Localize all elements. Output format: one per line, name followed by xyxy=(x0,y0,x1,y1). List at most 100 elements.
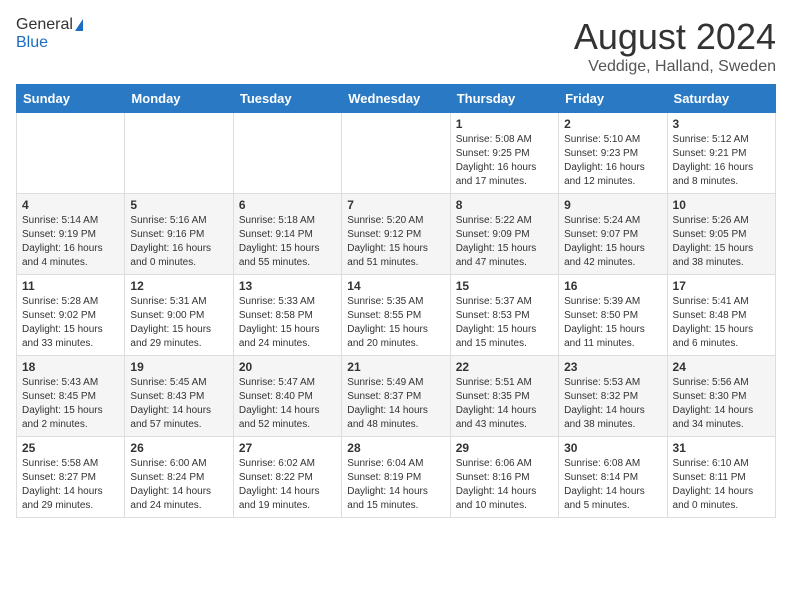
day-number: 4 xyxy=(22,198,119,212)
day-info: Sunrise: 5:33 AM Sunset: 8:58 PM Dayligh… xyxy=(239,295,336,351)
day-cell: 9Sunrise: 5:24 AM Sunset: 9:07 PM Daylig… xyxy=(559,194,667,275)
day-number: 7 xyxy=(347,198,444,212)
day-cell xyxy=(125,113,233,194)
week-row-2: 11 Sunrise: 5:28 AM Sunset: 9:02 PM Dayli… xyxy=(17,275,776,356)
logo-blue: Blue xyxy=(16,34,48,51)
day-cell: 21 Sunrise: 5:49 AM Sunset: 8:37 PM Dayli… xyxy=(342,356,450,437)
day-info: Sunrise: 5:49 AM Sunset: 8:37 PM Dayligh… xyxy=(347,376,444,432)
day-number: 18 xyxy=(22,360,119,374)
week-row-1: 4Sunrise: 5:14 AM Sunset: 9:19 PM Daylig… xyxy=(17,194,776,275)
day-info: Sunrise: 5:20 AM Sunset: 9:12 PM Dayligh… xyxy=(347,214,444,270)
day-info: Sunrise: 5:26 AM Sunset: 9:05 PM Dayligh… xyxy=(673,214,770,270)
day-info: Sunrise: 5:12 AM Sunset: 9:21 PM Dayligh… xyxy=(673,133,770,189)
day-number: 22 xyxy=(456,360,553,374)
day-cell: 13 Sunrise: 5:33 AM Sunset: 8:58 PM Dayli… xyxy=(233,275,341,356)
day-number: 5 xyxy=(130,198,227,212)
day-number: 28 xyxy=(347,441,444,455)
weekday-header-wednesday: Wednesday xyxy=(342,85,450,113)
day-info: Sunrise: 5:58 AM Sunset: 8:27 PM Dayligh… xyxy=(22,457,119,513)
day-info: Sunrise: 5:16 AM Sunset: 9:16 PM Dayligh… xyxy=(130,214,227,270)
day-number: 27 xyxy=(239,441,336,455)
day-number: 25 xyxy=(22,441,119,455)
day-info: Sunrise: 5:47 AM Sunset: 8:40 PM Dayligh… xyxy=(239,376,336,432)
day-cell: 1 Sunrise: 5:08 AM Sunset: 9:25 PM Daylig… xyxy=(450,113,558,194)
week-row-3: 18 Sunrise: 5:43 AM Sunset: 8:45 PM Dayli… xyxy=(17,356,776,437)
day-number: 14 xyxy=(347,279,444,293)
day-info: Sunrise: 5:28 AM Sunset: 9:02 PM Dayligh… xyxy=(22,295,119,351)
day-cell: 4Sunrise: 5:14 AM Sunset: 9:19 PM Daylig… xyxy=(17,194,125,275)
day-number: 1 xyxy=(456,117,553,131)
day-info: Sunrise: 5:10 AM Sunset: 9:23 PM Dayligh… xyxy=(564,133,661,189)
day-number: 8 xyxy=(456,198,553,212)
day-info: Sunrise: 6:10 AM Sunset: 8:11 PM Dayligh… xyxy=(673,457,770,513)
day-info: Sunrise: 5:53 AM Sunset: 8:32 PM Dayligh… xyxy=(564,376,661,432)
day-number: 19 xyxy=(130,360,227,374)
day-info: Sunrise: 5:56 AM Sunset: 8:30 PM Dayligh… xyxy=(673,376,770,432)
logo-general: General xyxy=(16,16,73,33)
day-number: 2 xyxy=(564,117,661,131)
day-cell xyxy=(342,113,450,194)
day-info: Sunrise: 6:02 AM Sunset: 8:22 PM Dayligh… xyxy=(239,457,336,513)
day-info: Sunrise: 5:18 AM Sunset: 9:14 PM Dayligh… xyxy=(239,214,336,270)
day-cell: 27 Sunrise: 6:02 AM Sunset: 8:22 PM Dayli… xyxy=(233,437,341,518)
day-info: Sunrise: 6:04 AM Sunset: 8:19 PM Dayligh… xyxy=(347,457,444,513)
day-cell: 2 Sunrise: 5:10 AM Sunset: 9:23 PM Daylig… xyxy=(559,113,667,194)
day-cell: 16 Sunrise: 5:39 AM Sunset: 8:50 PM Dayli… xyxy=(559,275,667,356)
day-info: Sunrise: 5:35 AM Sunset: 8:55 PM Dayligh… xyxy=(347,295,444,351)
weekday-header-sunday: Sunday xyxy=(17,85,125,113)
day-info: Sunrise: 6:08 AM Sunset: 8:14 PM Dayligh… xyxy=(564,457,661,513)
day-number: 3 xyxy=(673,117,770,131)
title-area: August 2024 Veddige, Halland, Sweden xyxy=(574,16,776,76)
day-cell: 10 Sunrise: 5:26 AM Sunset: 9:05 PM Dayli… xyxy=(667,194,775,275)
day-number: 6 xyxy=(239,198,336,212)
day-cell xyxy=(233,113,341,194)
day-cell: 26 Sunrise: 6:00 AM Sunset: 8:24 PM Dayli… xyxy=(125,437,233,518)
day-cell: 18 Sunrise: 5:43 AM Sunset: 8:45 PM Dayli… xyxy=(17,356,125,437)
day-cell: 31 Sunrise: 6:10 AM Sunset: 8:11 PM Dayli… xyxy=(667,437,775,518)
day-info: Sunrise: 5:24 AM Sunset: 9:07 PM Dayligh… xyxy=(564,214,661,270)
logo-text: General Blue xyxy=(16,16,83,52)
day-number: 21 xyxy=(347,360,444,374)
day-info: Sunrise: 5:39 AM Sunset: 8:50 PM Dayligh… xyxy=(564,295,661,351)
weekday-header-thursday: Thursday xyxy=(450,85,558,113)
day-cell: 22 Sunrise: 5:51 AM Sunset: 8:35 PM Dayli… xyxy=(450,356,558,437)
main-title: August 2024 xyxy=(574,16,776,58)
day-cell: 28 Sunrise: 6:04 AM Sunset: 8:19 PM Dayli… xyxy=(342,437,450,518)
day-number: 13 xyxy=(239,279,336,293)
day-info: Sunrise: 5:41 AM Sunset: 8:48 PM Dayligh… xyxy=(673,295,770,351)
day-cell: 8 Sunrise: 5:22 AM Sunset: 9:09 PM Daylig… xyxy=(450,194,558,275)
day-number: 20 xyxy=(239,360,336,374)
week-row-0: 1 Sunrise: 5:08 AM Sunset: 9:25 PM Daylig… xyxy=(17,113,776,194)
day-info: Sunrise: 5:22 AM Sunset: 9:09 PM Dayligh… xyxy=(456,214,553,270)
day-cell: 6 Sunrise: 5:18 AM Sunset: 9:14 PM Daylig… xyxy=(233,194,341,275)
weekday-header-saturday: Saturday xyxy=(667,85,775,113)
day-info: Sunrise: 5:08 AM Sunset: 9:25 PM Dayligh… xyxy=(456,133,553,189)
page-header: General Blue August 2024 Veddige, Hallan… xyxy=(16,16,776,76)
day-number: 11 xyxy=(22,279,119,293)
day-info: Sunrise: 6:00 AM Sunset: 8:24 PM Dayligh… xyxy=(130,457,227,513)
day-cell: 17 Sunrise: 5:41 AM Sunset: 8:48 PM Dayli… xyxy=(667,275,775,356)
day-cell: 20 Sunrise: 5:47 AM Sunset: 8:40 PM Dayli… xyxy=(233,356,341,437)
weekday-header-friday: Friday xyxy=(559,85,667,113)
day-number: 15 xyxy=(456,279,553,293)
day-cell: 30Sunrise: 6:08 AM Sunset: 8:14 PM Dayli… xyxy=(559,437,667,518)
day-number: 24 xyxy=(673,360,770,374)
day-cell: 3 Sunrise: 5:12 AM Sunset: 9:21 PM Daylig… xyxy=(667,113,775,194)
day-info: Sunrise: 5:45 AM Sunset: 8:43 PM Dayligh… xyxy=(130,376,227,432)
day-info: Sunrise: 6:06 AM Sunset: 8:16 PM Dayligh… xyxy=(456,457,553,513)
day-number: 17 xyxy=(673,279,770,293)
week-row-4: 25 Sunrise: 5:58 AM Sunset: 8:27 PM Dayli… xyxy=(17,437,776,518)
day-cell: 15 Sunrise: 5:37 AM Sunset: 8:53 PM Dayli… xyxy=(450,275,558,356)
day-info: Sunrise: 5:43 AM Sunset: 8:45 PM Dayligh… xyxy=(22,376,119,432)
day-cell: 14 Sunrise: 5:35 AM Sunset: 8:55 PM Dayli… xyxy=(342,275,450,356)
day-number: 26 xyxy=(130,441,227,455)
day-number: 16 xyxy=(564,279,661,293)
day-info: Sunrise: 5:37 AM Sunset: 8:53 PM Dayligh… xyxy=(456,295,553,351)
calendar-table: SundayMondayTuesdayWednesdayThursdayFrid… xyxy=(16,84,776,518)
day-number: 23 xyxy=(564,360,661,374)
day-number: 31 xyxy=(673,441,770,455)
day-number: 29 xyxy=(456,441,553,455)
day-number: 10 xyxy=(673,198,770,212)
day-info: Sunrise: 5:51 AM Sunset: 8:35 PM Dayligh… xyxy=(456,376,553,432)
subtitle: Veddige, Halland, Sweden xyxy=(574,58,776,76)
